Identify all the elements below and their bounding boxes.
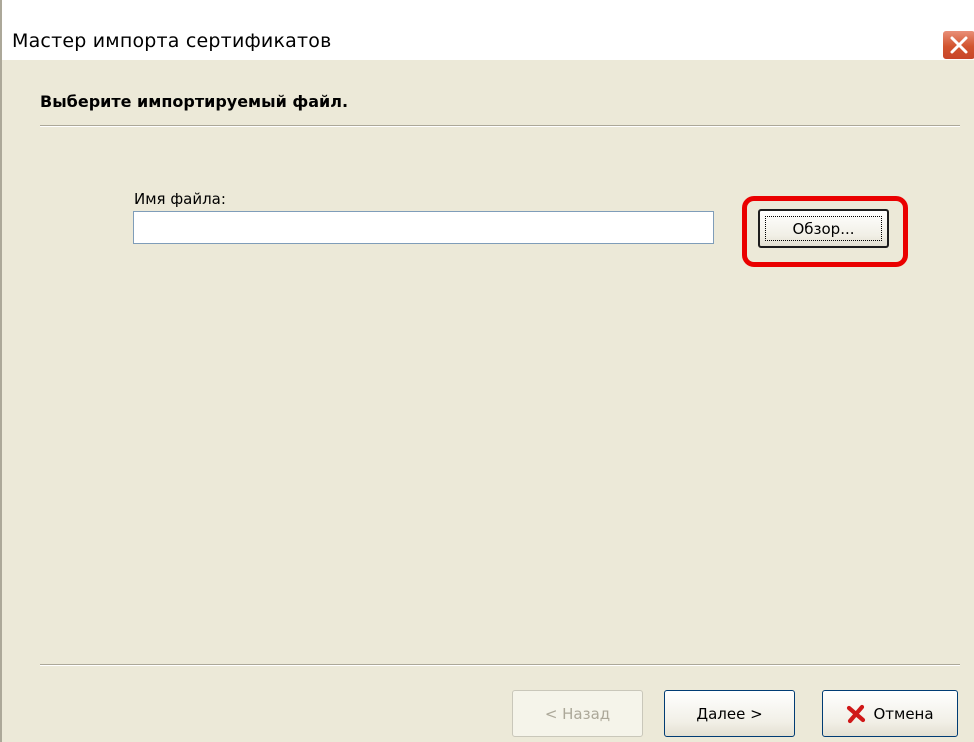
highlight-annotation [742,196,908,267]
file-name-label: Имя файла: [134,190,226,208]
close-icon [950,36,968,54]
next-button-label: Далее > [696,704,763,723]
next-button[interactable]: Далее > [664,690,795,737]
file-name-input[interactable] [133,211,714,244]
certificate-import-wizard-window: Мастер импорта сертификатов Выберите имп… [0,0,974,742]
footer-separator [40,664,960,666]
window-title: Мастер импорта сертификатов [12,30,332,52]
back-button-label: < Назад [544,704,611,723]
back-button[interactable]: < Назад [512,690,643,737]
page-heading: Выберите импортируемый файл. [40,92,349,111]
red-x-icon [847,704,866,723]
header-separator [40,125,960,127]
close-button[interactable] [942,30,974,60]
cancel-button-label: Отмена [873,704,934,723]
cancel-button[interactable]: Отмена [822,690,958,737]
title-bar[interactable]: Мастер импорта сертификатов [2,0,974,60]
